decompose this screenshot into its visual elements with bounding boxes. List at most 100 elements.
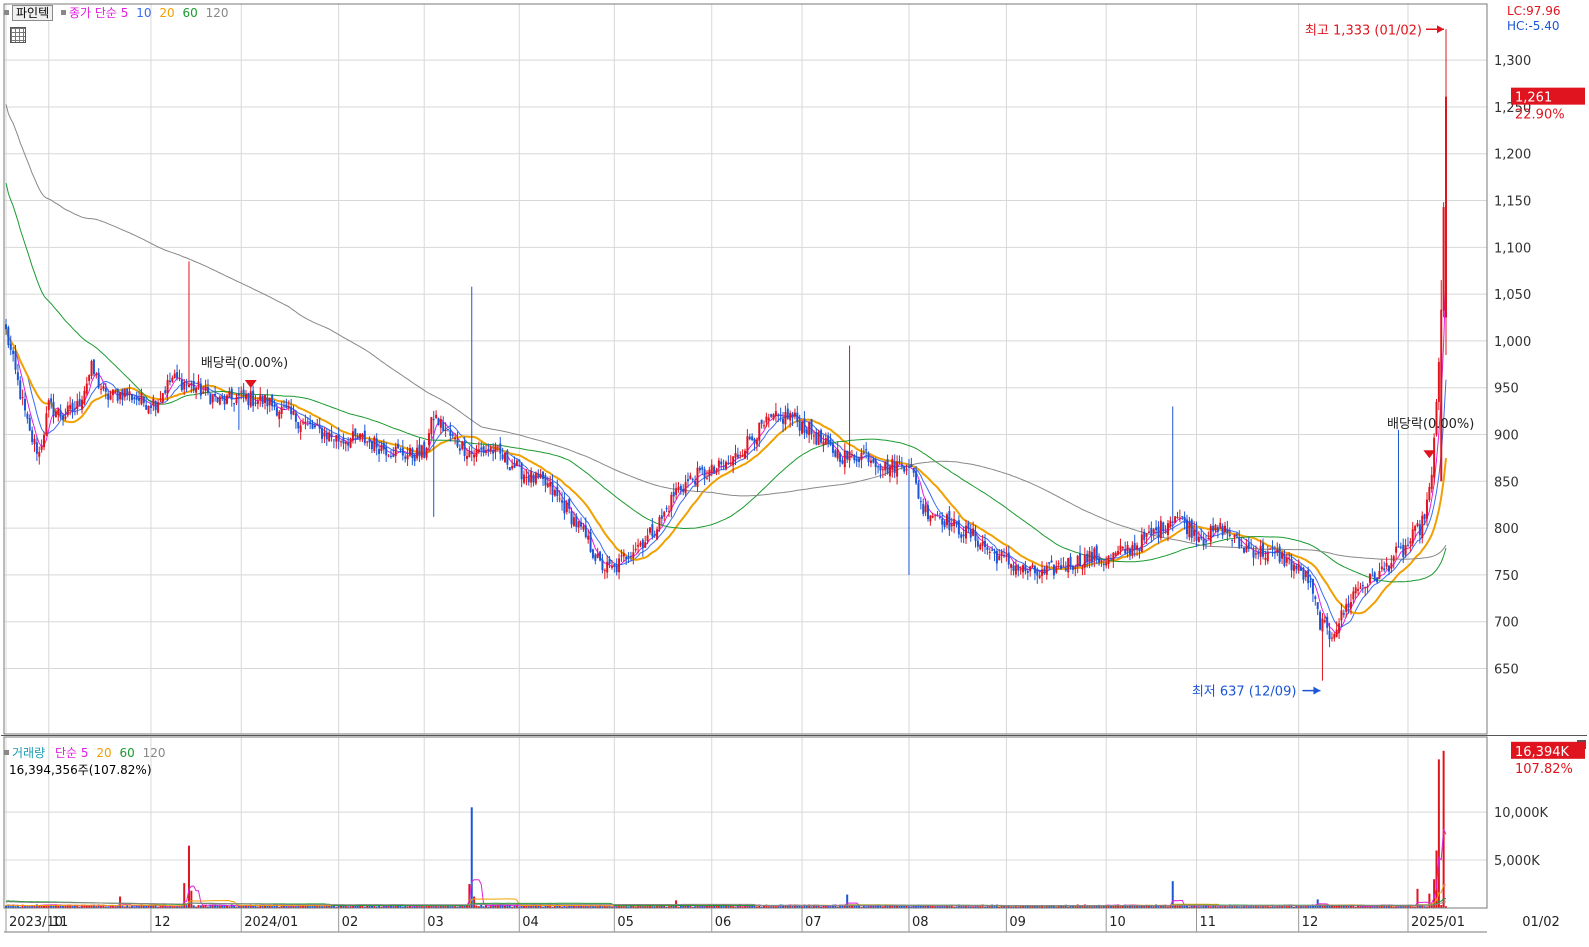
candle-body[interactable] [860,452,863,461]
candle-body[interactable] [1326,616,1329,628]
candle-body[interactable] [893,461,896,473]
candle-body[interactable] [1114,552,1117,556]
candle-body[interactable] [1076,555,1079,567]
candle-body[interactable] [1247,543,1250,549]
candle-body[interactable] [534,472,537,484]
candle-body[interactable] [304,421,307,424]
candle-body[interactable] [1176,516,1179,518]
candle-body[interactable] [910,464,913,468]
candle-body[interactable] [1074,568,1077,570]
candle-body[interactable] [561,500,564,503]
candle-body[interactable] [347,442,350,446]
candle-body[interactable] [523,474,526,483]
candle-body[interactable] [494,444,497,453]
candle-body[interactable] [1079,553,1082,567]
candle-body[interactable] [817,432,820,445]
candle-body[interactable] [1055,566,1058,573]
candle-body[interactable] [798,420,801,431]
candle-body[interactable] [7,327,10,346]
candle-body[interactable] [107,394,110,400]
candle-body[interactable] [969,528,972,538]
candle-body[interactable] [998,555,1001,561]
candle-body[interactable] [779,415,782,417]
candle-body[interactable] [1281,552,1284,559]
candle-body[interactable] [810,419,813,434]
candle-body[interactable] [577,521,580,528]
ma-legend-10[interactable]: 10 [136,6,151,20]
candle-body[interactable] [204,386,207,391]
candle-body[interactable] [1300,567,1303,571]
volume-bar[interactable] [470,807,473,908]
candle-body[interactable] [867,453,870,463]
candle-body[interactable] [1252,550,1255,558]
candle-body[interactable] [831,443,834,453]
volume-bars[interactable] [5,750,1447,908]
candle-body[interactable] [943,521,946,527]
candle-body[interactable] [133,397,136,400]
candle-body[interactable] [1290,559,1293,571]
candle-body[interactable] [1437,361,1440,402]
candle-body[interactable] [1098,558,1101,563]
volume-bar[interactable] [119,896,122,908]
volume-bar[interactable] [473,896,476,908]
candle-body[interactable] [100,388,103,390]
candle-body[interactable] [667,511,670,513]
candle-body[interactable] [1402,544,1405,558]
candle-body[interactable] [318,424,321,429]
candle-body[interactable] [953,518,956,527]
candle-body[interactable] [242,389,245,396]
candle-body[interactable] [853,455,856,461]
candle-body[interactable] [1214,525,1217,531]
candle-body[interactable] [273,405,276,408]
candle-body[interactable] [1043,568,1046,573]
candle-body[interactable] [957,520,960,535]
stock-chart[interactable]: 650 700 750 800 850 900 950 1,000 1,050 1,100 1,15… [0,0,1589,947]
candle-body[interactable] [1371,575,1374,577]
candle-body[interactable] [446,429,449,431]
candle-body[interactable] [858,458,861,462]
candle-body[interactable] [216,397,219,403]
candle-body[interactable] [967,523,970,530]
candle-body[interactable] [1090,552,1093,562]
candle-body[interactable] [646,535,649,542]
candle-body[interactable] [285,404,288,409]
candle-body[interactable] [271,394,274,407]
candle-body[interactable] [748,436,751,440]
candle-body[interactable] [948,511,951,530]
candle-body[interactable] [104,387,107,392]
candle-body[interactable] [1406,544,1409,546]
candle-body[interactable] [114,391,117,393]
candle-body[interactable] [665,508,668,510]
candle-body[interactable] [789,412,792,421]
candle-body[interactable] [52,401,55,417]
candle-body[interactable] [1069,556,1072,567]
candle-body[interactable] [168,380,171,383]
candle-body[interactable] [408,447,411,456]
candle-body[interactable] [965,525,967,539]
candle-body[interactable] [1228,534,1231,537]
candle-body[interactable] [689,475,692,480]
candle-body[interactable] [827,435,830,444]
candle-body[interactable] [1392,556,1395,562]
candle-body[interactable] [926,505,929,520]
candle-body[interactable] [841,460,844,464]
candle-body[interactable] [1143,531,1146,541]
candle-body[interactable] [739,454,742,456]
candle-body[interactable] [73,408,76,410]
candle-body[interactable] [1029,566,1032,572]
candle-body[interactable] [456,439,459,447]
candle-body[interactable] [292,411,295,415]
candle-body[interactable] [1314,596,1317,599]
candle-body[interactable] [254,402,257,404]
candle-body[interactable] [380,444,383,452]
candle-body[interactable] [620,555,623,557]
candle-body[interactable] [116,388,119,401]
candle-body[interactable] [629,556,632,558]
candle-body[interactable] [1342,613,1345,615]
candle-body[interactable] [1062,565,1065,567]
candle-body[interactable] [283,405,286,407]
candle-body[interactable] [394,446,397,457]
candle-body[interactable] [157,402,160,413]
candle-body[interactable] [725,461,727,470]
candle-body[interactable] [1421,515,1424,539]
